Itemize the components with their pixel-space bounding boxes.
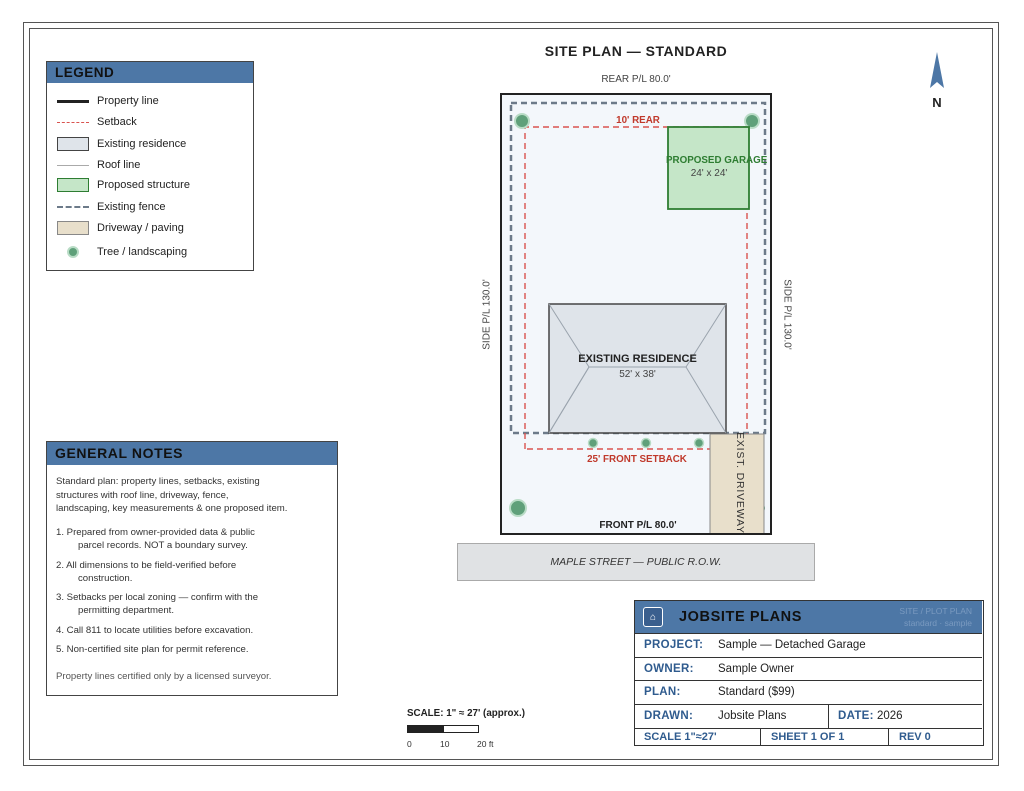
plan-type-label: SITE / PLOT PLAN <box>899 606 972 616</box>
rear-setback-label: 10' REAR <box>616 115 660 126</box>
owner-row: OWNER: Sample Owner <box>635 656 982 681</box>
roof-line-icon <box>57 158 89 172</box>
scale-bar-graphic <box>407 725 479 733</box>
legend-item-driveway: Driveway / paving <box>57 220 184 236</box>
title-block-footer: SCALE 1"≈27' SHEET 1 OF 1 REV 0 <box>635 728 982 745</box>
tree-icon <box>587 437 599 449</box>
legend-item-label: Setback <box>97 116 137 128</box>
owner-key: OWNER: <box>644 662 694 675</box>
project-row: PROJECT: Sample — Detached Garage <box>635 633 982 657</box>
note-item: 1. Prepared from owner-provided data & p… <box>56 527 255 551</box>
owner-value: Sample Owner <box>718 662 795 675</box>
setback-line-icon <box>57 115 89 129</box>
legend-item-existing-residence: Existing residence <box>57 136 186 152</box>
plan-value: Standard ($99) <box>718 686 795 698</box>
right-side-property-line-label: SIDE P/L 130.0' <box>781 279 793 350</box>
property-line-icon <box>57 94 89 108</box>
note-item: 5. Non-certified site plan for permit re… <box>56 644 249 655</box>
notes-footer: Property lines certified only by a licen… <box>56 671 272 682</box>
legend-panel: LEGEND Property line Setback Existing re… <box>46 61 254 271</box>
date-value: 2026 <box>877 709 903 722</box>
legend-item-label: Driveway / paving <box>97 222 184 234</box>
company-name: JOBSITE PLANS <box>679 609 803 625</box>
north-arrow-icon <box>930 52 944 88</box>
plan-row: PLAN: Standard ($99) <box>635 680 982 704</box>
legend-item-label: Existing residence <box>97 138 187 150</box>
legend-item-tree: Tree / landscaping <box>57 244 187 260</box>
notes-intro-line: structures with roof line, driveway, fen… <box>56 489 229 501</box>
house-logo-icon: ⌂ <box>643 607 663 627</box>
scale-tick-10: 10 <box>440 739 450 749</box>
legend-item-label: Roof line <box>97 159 141 171</box>
legend-item-property-line: Property line <box>57 93 159 109</box>
title-block: ⌂ JOBSITE PLANS SITE / PLOT PLAN standar… <box>634 600 984 746</box>
row-divider <box>828 704 829 729</box>
proposed-swatch-icon <box>57 178 89 192</box>
north-label: N <box>932 95 942 110</box>
existing-residence-name: EXISTING RESIDENCE <box>578 353 697 365</box>
note-item: 4. Call 811 to locate utilities before e… <box>56 624 254 636</box>
scale-tick-0: 0 <box>407 739 412 749</box>
scale-title: SCALE: 1" ≈ 27' (approx.) <box>407 708 525 719</box>
tree-icon <box>640 437 652 449</box>
drawn-row: DRAWN: Jobsite Plans DATE: 2026 <box>635 703 982 729</box>
legend-item-roof-line: Roof line <box>57 157 140 173</box>
general-notes-panel: GENERAL NOTES Standard plan: property li… <box>46 441 338 696</box>
notes-intro: Standard plan: property lines, setbacks,… <box>56 475 326 516</box>
tree-icon <box>744 113 760 129</box>
tree-icon <box>509 499 527 517</box>
notes-intro-line: landscaping, key measurements & one prop… <box>56 503 288 514</box>
driveway-swatch-icon <box>57 221 89 235</box>
legend-item-label: Tree / landscaping <box>97 246 188 258</box>
project-key: PROJECT: <box>644 639 704 651</box>
title-block-subtitle: SITE / PLOT PLAN standard · sample <box>899 605 972 629</box>
left-side-property-line-label: SIDE P/L 130.0' <box>481 279 493 350</box>
driveway-label: EXIST. DRIVEWAY <box>734 432 746 534</box>
date-key: DATE: <box>838 709 874 722</box>
drawn-key: DRAWN: <box>644 709 694 722</box>
footer-divider <box>888 729 889 745</box>
footer-scale: SCALE 1"≈27' <box>644 731 717 743</box>
existing-residence-dims: 52' x 38' <box>619 369 656 380</box>
proposed-garage-dims: 24' x 24' <box>690 168 728 179</box>
note-item: 2. All dimensions to be field-verified b… <box>56 559 237 584</box>
street-row: MAPLE STREET — PUBLIC R.O.W. <box>457 543 815 581</box>
residence-swatch-icon <box>57 137 89 151</box>
north-arrow: N <box>926 50 948 110</box>
rear-property-line-label: REAR P/L 80.0' <box>601 74 671 85</box>
fence-line-icon <box>57 200 89 214</box>
footer-divider <box>760 729 761 745</box>
plan-tier-label: standard · sample <box>903 618 972 628</box>
street-label: MAPLE STREET — PUBLIC R.O.W. <box>550 556 722 568</box>
legend-item-label: Property line <box>97 95 159 107</box>
property-lot: 10' REAR PROPOSED GARAGE 24' x 24' EXIST… <box>500 93 772 535</box>
tree-icon <box>57 245 89 259</box>
notes-list: 1. Prepared from owner-provided data & p… <box>56 526 331 663</box>
footer-rev: REV 0 <box>899 731 931 743</box>
scale-bar: SCALE: 1" ≈ 27' (approx.) 0 10 20 ft <box>407 708 525 749</box>
project-value: Sample — Detached Garage <box>718 639 866 651</box>
tree-icon <box>514 113 530 129</box>
plan-title: SITE PLAN — STANDARD <box>544 43 728 59</box>
plan-key: PLAN: <box>644 686 681 698</box>
legend-item-label: Existing fence <box>97 201 166 213</box>
legend-item-setback: Setback <box>57 114 137 130</box>
scale-tick-20: 20 ft <box>477 739 494 749</box>
front-setback-label: 25' FRONT SETBACK <box>587 454 687 465</box>
footer-sheet: SHEET 1 OF 1 <box>771 731 845 743</box>
note-item: 3. Setbacks per local zoning — confirm w… <box>56 592 259 616</box>
legend-item-proposed-structure: Proposed structure <box>57 177 190 193</box>
tree-icon <box>693 437 705 449</box>
legend-item-label: Proposed structure <box>97 179 190 191</box>
drawn-value: Jobsite Plans <box>718 709 787 722</box>
general-notes-title: GENERAL NOTES <box>47 442 337 465</box>
proposed-garage-name: PROPOSED GARAGE <box>666 155 768 166</box>
notes-intro-line: Standard plan: property lines, setbacks,… <box>56 476 260 487</box>
title-block-header: ⌂ JOBSITE PLANS SITE / PLOT PLAN standar… <box>635 601 982 633</box>
legend-title: LEGEND <box>47 62 253 83</box>
legend-item-existing-fence: Existing fence <box>57 199 165 215</box>
